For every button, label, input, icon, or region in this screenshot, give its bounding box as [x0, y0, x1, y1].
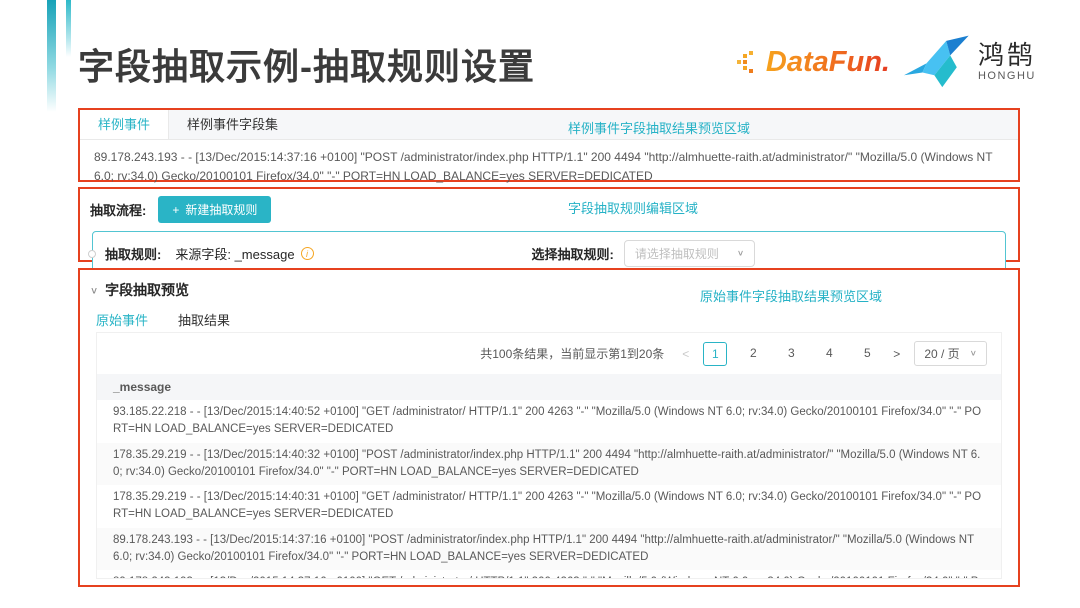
pagination-summary: 共100条结果，当前显示第1到20条: [480, 345, 664, 362]
datafun-logo-text: DataFun.: [766, 46, 890, 79]
collapse-chevron-icon[interactable]: ∨: [90, 284, 98, 295]
select-rule-label: 选择抽取规则:: [532, 244, 614, 263]
datafun-logo: DataFun.: [736, 46, 890, 79]
decorative-teal-bar-small: [66, 0, 71, 57]
honghu-logo: 鸿鹄 HONGHU: [904, 34, 1036, 90]
sample-annotation-label: 样例事件字段抽取结果预览区域: [568, 118, 750, 137]
preview-annotation-label: 原始事件字段抽取结果预览区域: [700, 286, 882, 305]
table-row: 89.178.243.193 - - [13/Dec/2015:14:37:16…: [97, 570, 1001, 579]
info-icon[interactable]: i: [301, 247, 314, 260]
slide: 字段抽取示例-抽取规则设置 DataFun. 鸿鹄 HONGHU: [0, 0, 1080, 608]
page-button-5[interactable]: 5: [855, 342, 879, 366]
log-table-body: 93.185.22.218 - - [13/Dec/2015:14:40:52 …: [97, 400, 1001, 579]
rule-label: 抽取规则:: [105, 244, 161, 263]
page-button-2[interactable]: 2: [741, 342, 765, 366]
rule-connector-dot: [88, 250, 96, 258]
pagination: 共100条结果，当前显示第1到20条 < 12345 > 20 / 页 ∨: [97, 333, 1001, 374]
flow-label: 抽取流程:: [90, 200, 146, 219]
page-button-1[interactable]: 1: [703, 342, 727, 366]
page-button-4[interactable]: 4: [817, 342, 841, 366]
table-row: 93.185.22.218 - - [13/Dec/2015:14:40:52 …: [97, 400, 1001, 443]
decorative-teal-bar: [47, 0, 56, 112]
pagination-pages: 12345: [703, 342, 879, 366]
preview-annotation-box: ∨ 字段抽取预览 原始事件字段抽取结果预览区域 原始事件 抽取结果 共100条结…: [78, 268, 1020, 587]
rule-select-placeholder: 请选择抽取规则: [635, 245, 719, 262]
rule-select-dropdown[interactable]: 请选择抽取规则 ∨: [624, 240, 755, 267]
next-page-icon[interactable]: >: [893, 347, 900, 361]
page-size-value: 20 / 页: [924, 345, 959, 362]
honghu-en-label: HONGHU: [978, 71, 1036, 83]
rule-editor-annotation-label: 字段抽取规则编辑区域: [568, 198, 698, 217]
table-row: 178.35.29.219 - - [13/Dec/2015:14:40:31 …: [97, 485, 1001, 528]
chevron-down-icon: ∨: [970, 349, 977, 358]
sample-event-log-text: 89.178.243.193 - - [13/Dec/2015:14:37:16…: [80, 140, 1018, 193]
sample-event-tabbar: 样例事件 样例事件字段集 样例事件字段抽取结果预览区域: [80, 110, 1018, 140]
rule-editor-annotation-box: 抽取流程: + 新建抽取规则 字段抽取规则编辑区域 抽取规则: 来源字段: _m…: [78, 187, 1020, 262]
chevron-down-icon: ∨: [737, 249, 744, 258]
page-title: 字段抽取示例-抽取规则设置: [78, 38, 535, 90]
page-size-select[interactable]: 20 / 页 ∨: [914, 341, 987, 366]
prev-page-icon[interactable]: <: [682, 347, 689, 361]
new-rule-button[interactable]: + 新建抽取规则: [158, 196, 271, 223]
tab-sample-event[interactable]: 样例事件: [80, 110, 169, 139]
page-button-3[interactable]: 3: [779, 342, 803, 366]
datafun-dots-icon: [736, 49, 762, 75]
preview-title: 字段抽取预览: [105, 280, 189, 300]
honghu-logo-text: 鸿鹄 HONGHU: [978, 42, 1036, 83]
table-row: 89.178.243.193 - - [13/Dec/2015:14:37:16…: [97, 528, 1001, 571]
tab-sample-event-fieldset[interactable]: 样例事件字段集: [169, 110, 296, 139]
new-rule-button-label: 新建抽取规则: [185, 201, 257, 218]
preview-header: ∨ 字段抽取预览 原始事件字段抽取结果预览区域: [80, 270, 1018, 300]
sample-event-annotation-box: 样例事件 样例事件字段集 样例事件字段抽取结果预览区域 89.178.243.1…: [78, 108, 1020, 182]
honghu-bird-icon: [904, 34, 970, 90]
table-column-header: _message: [97, 374, 1001, 400]
preview-panel: 共100条结果，当前显示第1到20条 < 12345 > 20 / 页 ∨ _m…: [96, 332, 1002, 579]
honghu-cn-label: 鸿鹄: [978, 42, 1036, 69]
logo-area: DataFun. 鸿鹄 HONGHU: [736, 34, 1036, 90]
table-row: 178.35.29.219 - - [13/Dec/2015:14:40:32 …: [97, 443, 1001, 486]
plus-icon: +: [172, 203, 179, 217]
source-field-label: 来源字段: _message: [175, 244, 294, 263]
flow-row: 抽取流程: + 新建抽取规则 字段抽取规则编辑区域: [80, 189, 1018, 223]
